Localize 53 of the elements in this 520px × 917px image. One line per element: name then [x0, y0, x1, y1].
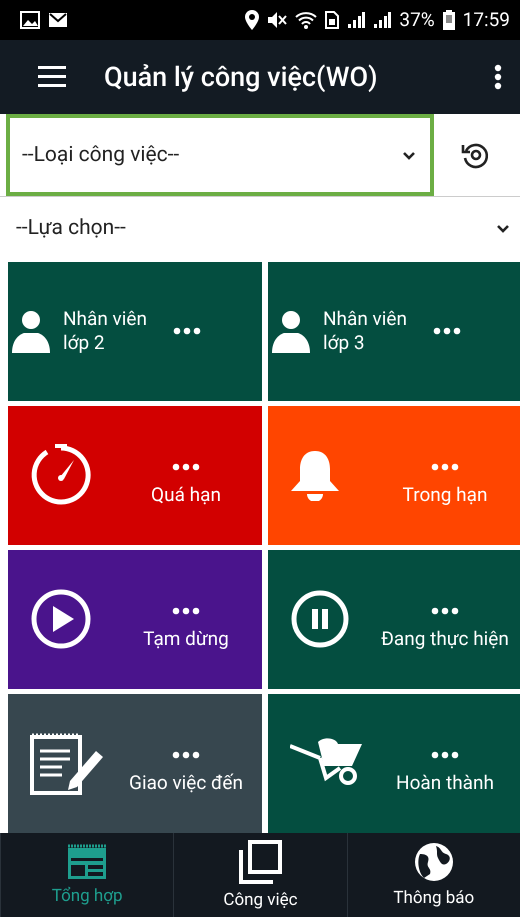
mute-icon — [267, 10, 288, 29]
category-tile[interactable]: Nhân viên lớp 2 — [8, 262, 262, 401]
nav-tab[interactable]: Tổng hợp — [0, 832, 174, 917]
tile-label: Tạm dừng — [143, 626, 229, 650]
tile-label: Nhân viên lớp 3 — [323, 307, 408, 356]
notepad-pencil-icon — [30, 731, 106, 796]
tile-label: Trong hạn — [402, 482, 488, 506]
category-tile[interactable]: Tạm dừng — [8, 550, 262, 689]
nav-tab[interactable]: Công việc — [173, 832, 347, 917]
category-tile[interactable]: Quá hạn — [8, 406, 262, 545]
signal-icon — [347, 12, 366, 28]
image-icon — [20, 10, 40, 29]
category-tile[interactable]: Nhân viên lớp 3 — [268, 262, 520, 401]
pause-circle-icon — [290, 589, 350, 650]
play-circle-icon — [30, 588, 92, 650]
clock-time: 17:59 — [462, 8, 510, 32]
more-icon — [172, 750, 200, 759]
placeholder-text: --Lựa chọn-- — [16, 216, 127, 240]
battery-percent: 37% — [399, 8, 435, 32]
more-vertical-icon — [494, 64, 502, 90]
more-icon — [433, 327, 461, 336]
dropdown-field[interactable]: --Loại công việc-- — [6, 114, 434, 196]
globe-icon — [414, 842, 454, 882]
more-icon — [172, 462, 200, 471]
person-icon — [12, 309, 50, 354]
person-icon — [272, 309, 310, 354]
stopwatch-icon — [30, 444, 92, 506]
more-icon — [431, 462, 459, 471]
tile-label: Hoàn thành — [396, 770, 494, 794]
location-icon — [245, 10, 260, 30]
tile-label: Nhân viên lớp 2 — [63, 307, 148, 356]
copy-icon — [238, 840, 282, 884]
nav-tab[interactable]: Thông báo — [346, 832, 520, 917]
category-tile[interactable]: Hoàn thành — [268, 694, 520, 833]
battery-icon — [442, 10, 455, 30]
more-icon — [431, 750, 459, 759]
bell-icon — [290, 449, 340, 502]
category-tile[interactable]: Đang thực hiện — [268, 550, 520, 689]
signal-icon — [373, 12, 392, 28]
mail-icon — [48, 12, 68, 28]
app-title: Quản lý công việc(WO) — [104, 60, 379, 93]
category-tile[interactable]: Giao việc đến — [8, 694, 262, 833]
sim-icon — [325, 10, 340, 29]
more-icon — [173, 327, 201, 336]
tile-label: Giao việc đến — [129, 770, 243, 794]
tile-label: Đang thực hiện — [381, 626, 509, 650]
tile-label: Quá hạn — [151, 482, 221, 506]
wifi-icon — [295, 10, 318, 29]
more-icon — [431, 606, 459, 615]
menu-icon — [38, 66, 66, 88]
dashboard-icon — [67, 844, 108, 880]
placeholder-text: --Loại công việc-- — [22, 142, 180, 167]
more-icon — [172, 606, 200, 615]
